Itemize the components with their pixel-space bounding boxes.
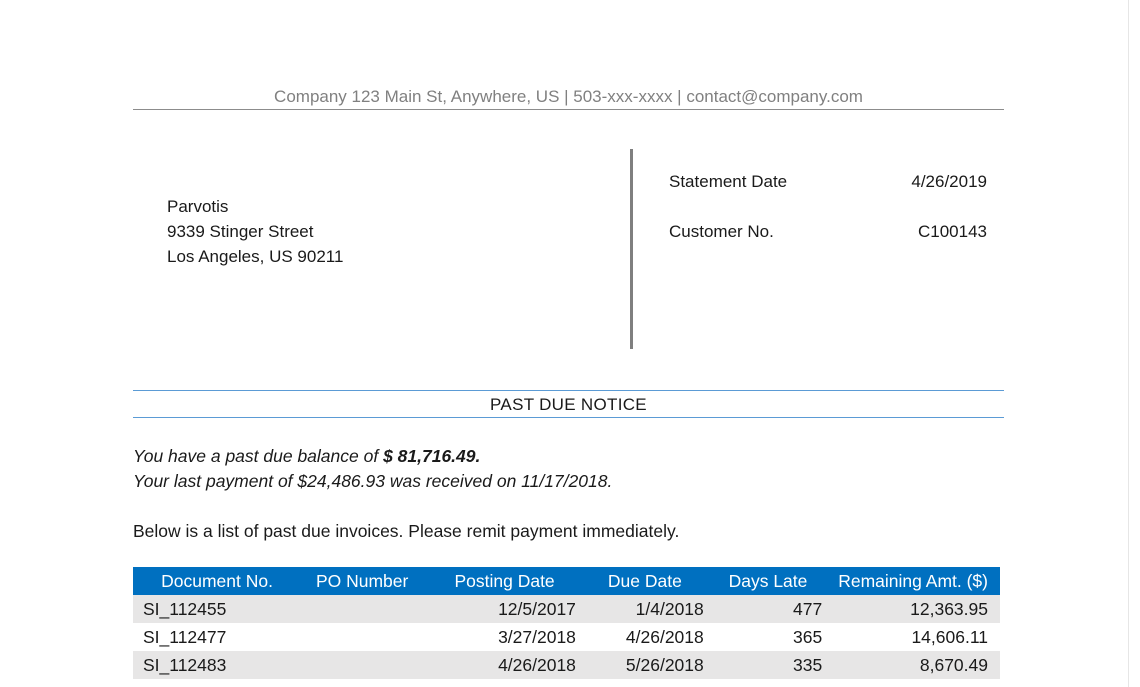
header-po-number: PO Number [295, 567, 430, 595]
customer-name: Parvotis [167, 197, 229, 216]
page-edge [1128, 0, 1129, 687]
customer-number-value: C100143 [917, 222, 987, 241]
cell-document-no: SI_112477 [143, 627, 227, 647]
cell-days-late: 335 [709, 651, 835, 679]
cell-days-late: 477 [709, 595, 835, 623]
header-due-date: Due Date [581, 567, 710, 595]
header-days-late: Days Late [709, 567, 835, 595]
cell-due-date: 4/26/2018 [625, 627, 704, 647]
statement-date-label: Statement Date [669, 172, 788, 191]
cell-po-number [295, 595, 430, 623]
cell-due-date: 1/4/2018 [581, 595, 710, 623]
cell-remaining-amount: 14,606.11 [911, 627, 988, 647]
customer-street: 9339 Stinger Street [167, 222, 314, 241]
customer-address: Parvotis 9339 Stinger Street Los Angeles… [167, 194, 343, 269]
cell-due-date: 5/26/2018 [581, 651, 710, 679]
cell-po-number [295, 623, 429, 651]
customer-city: Los Angeles, US 90211 [167, 247, 344, 266]
past-due-invoices-table: Document No. PO Number Posting Date Due … [133, 567, 1000, 679]
statement-date-value: 4/26/2019 [911, 172, 987, 191]
cell-document-no: SI_112483 [133, 651, 296, 679]
table-row: SI_112477 3/27/2018 4/26/2018 365 14,606… [133, 623, 1000, 651]
cell-document-no: SI_112455 [133, 595, 296, 623]
cell-posting-date: 4/26/2018 [429, 651, 582, 679]
company-letterhead: Company 123 Main St, Anywhere, US | 503-… [133, 86, 1004, 110]
balance-amount: $ 81,716.49. [383, 446, 481, 466]
table-row: SI_112455 12/5/2017 1/4/2018 477 12,363.… [133, 595, 1000, 623]
header-remaining-amount: Remaining Amt. ($) [834, 567, 1000, 595]
cell-days-late: 365 [793, 627, 823, 647]
balance-summary: You have a past due balance of $ 81,716.… [133, 444, 612, 494]
last-payment-line: Your last payment of $24,486.93 was rece… [133, 471, 613, 491]
past-due-notice-title: PAST DUE NOTICE [133, 390, 1004, 418]
cell-po-number [295, 651, 430, 679]
customer-number-label: Customer No. [669, 222, 774, 241]
table-header-row: Document No. PO Number Posting Date Due … [133, 567, 1000, 595]
cell-remaining-amount: 8,670.49 [834, 651, 1000, 679]
vertical-divider [630, 149, 633, 349]
cell-posting-date: 12/5/2017 [429, 595, 582, 623]
header-posting-date: Posting Date [429, 567, 582, 595]
balance-prefix: You have a past due balance of [133, 446, 384, 466]
cell-remaining-amount: 12,363.95 [834, 595, 1000, 623]
header-document-no: Document No. [133, 567, 296, 595]
table-row: SI_112483 4/26/2018 5/26/2018 335 8,670.… [133, 651, 1000, 679]
balance-line: You have a past due balance of $ 81,716.… [133, 444, 612, 469]
cell-posting-date: 3/27/2018 [498, 627, 576, 647]
statement-date-row: Statement Date 4/26/2019 [669, 171, 987, 193]
customer-number-row: Customer No. C100143 [669, 221, 987, 243]
remit-instruction: Below is a list of past due invoices. Pl… [133, 521, 680, 541]
